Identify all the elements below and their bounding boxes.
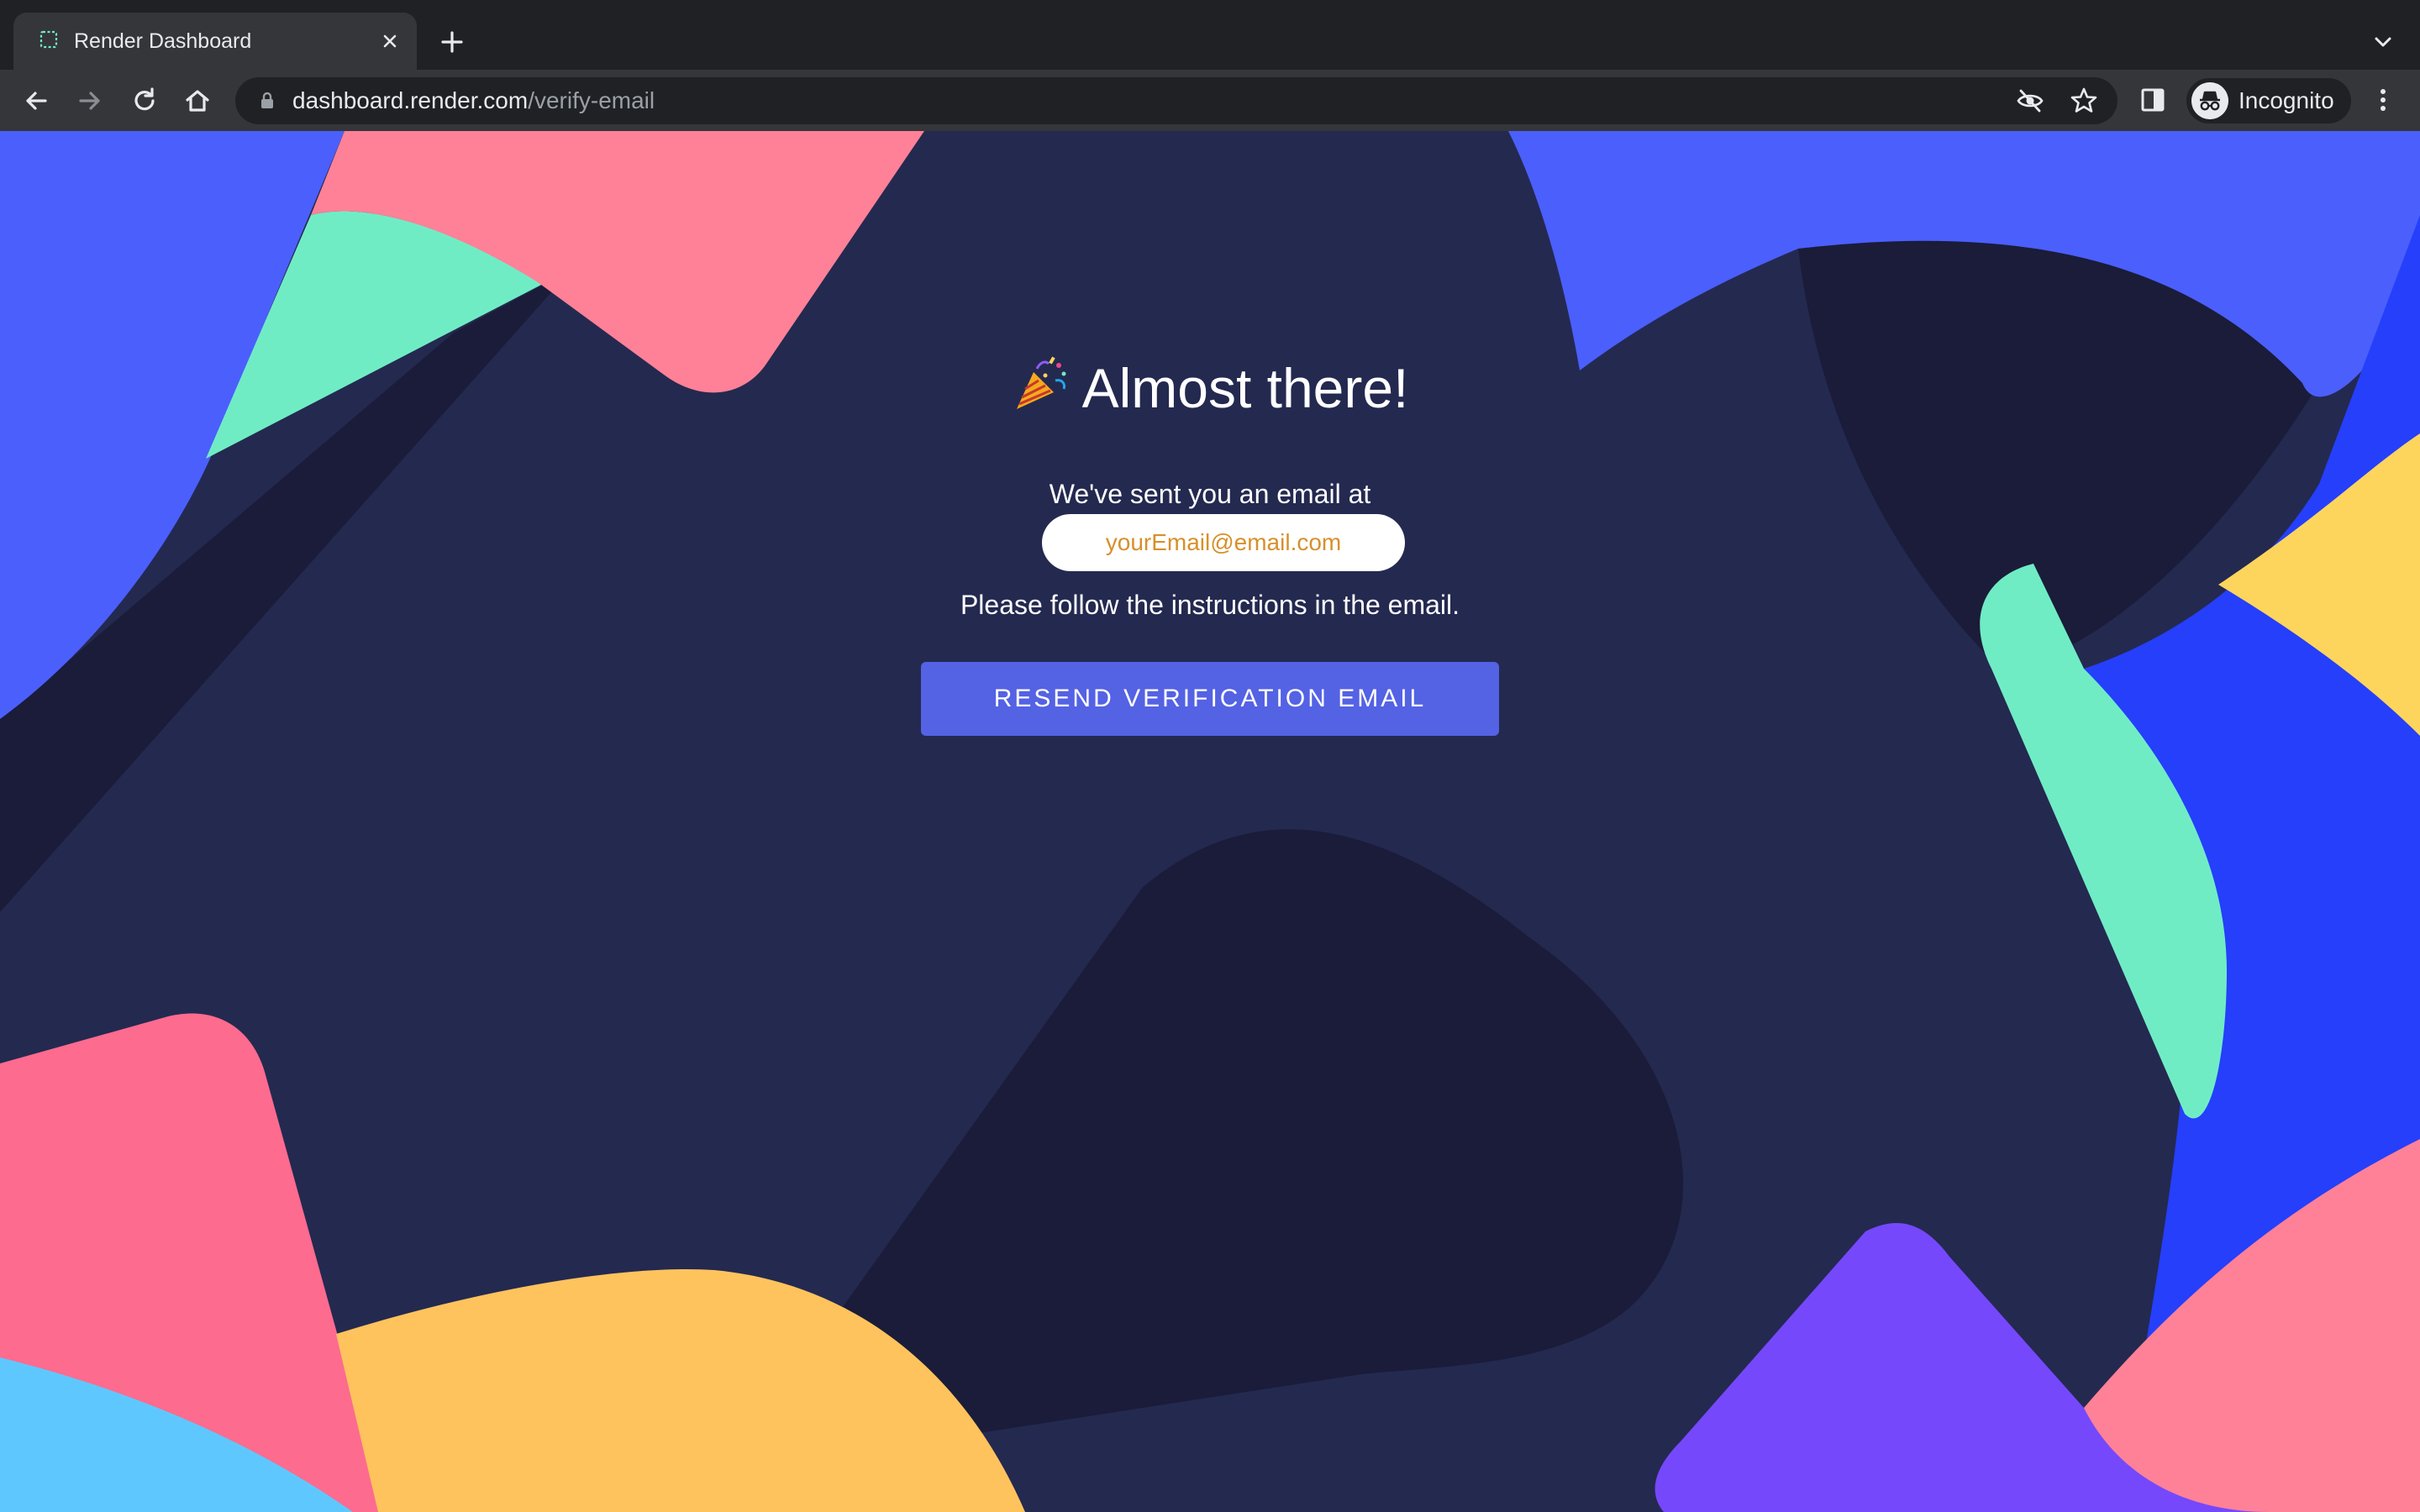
kebab-menu-icon[interactable] bbox=[2368, 85, 2398, 115]
chevron-down-icon[interactable] bbox=[2371, 30, 2395, 54]
plus-icon[interactable] bbox=[439, 29, 466, 55]
back-icon[interactable] bbox=[20, 85, 52, 117]
address-bar[interactable]: dashboard.render.com/verify-email bbox=[235, 77, 2118, 124]
page-title: Almost there! bbox=[0, 354, 2420, 422]
sent-message: We've sent you an email at bbox=[1049, 479, 1371, 509]
incognito-profile-button[interactable]: Incognito bbox=[2186, 78, 2351, 123]
reload-icon[interactable] bbox=[129, 85, 160, 117]
email-address: yourEmail@email.com bbox=[1042, 514, 1405, 571]
tab-title: Render Dashboard bbox=[74, 29, 252, 53]
star-icon[interactable] bbox=[2069, 86, 2099, 116]
resend-verification-button[interactable]: RESEND VERIFICATION EMAIL bbox=[921, 662, 1499, 736]
close-icon[interactable] bbox=[378, 29, 402, 53]
favicon-icon bbox=[39, 30, 58, 49]
browser-toolbar: dashboard.render.com/verify-email Incogn… bbox=[0, 70, 2420, 131]
eye-off-icon[interactable] bbox=[2015, 86, 2045, 116]
instructions-text: Please follow the instructions in the em… bbox=[960, 590, 1460, 620]
browser-tab-bar: Render Dashboard bbox=[0, 0, 2420, 70]
browser-tab[interactable]: Render Dashboard bbox=[13, 13, 417, 70]
incognito-icon bbox=[2191, 82, 2228, 119]
side-panel-icon[interactable] bbox=[2138, 85, 2168, 115]
verify-email-content: Almost there! We've sent you an email at… bbox=[0, 131, 2420, 1512]
forward-icon[interactable] bbox=[74, 85, 106, 117]
heading-text: Almost there! bbox=[1081, 357, 1409, 419]
url-host: dashboard.render.com bbox=[292, 87, 529, 113]
party-popper-icon bbox=[1016, 356, 1066, 409]
incognito-label: Incognito bbox=[2238, 87, 2334, 113]
url-text[interactable]: dashboard.render.com/verify-email bbox=[292, 87, 655, 114]
lock-icon[interactable] bbox=[257, 91, 277, 111]
url-path: /verify-email bbox=[528, 87, 655, 113]
page-viewport: Almost there! We've sent you an email at… bbox=[0, 131, 2420, 1512]
home-icon[interactable] bbox=[182, 85, 213, 117]
